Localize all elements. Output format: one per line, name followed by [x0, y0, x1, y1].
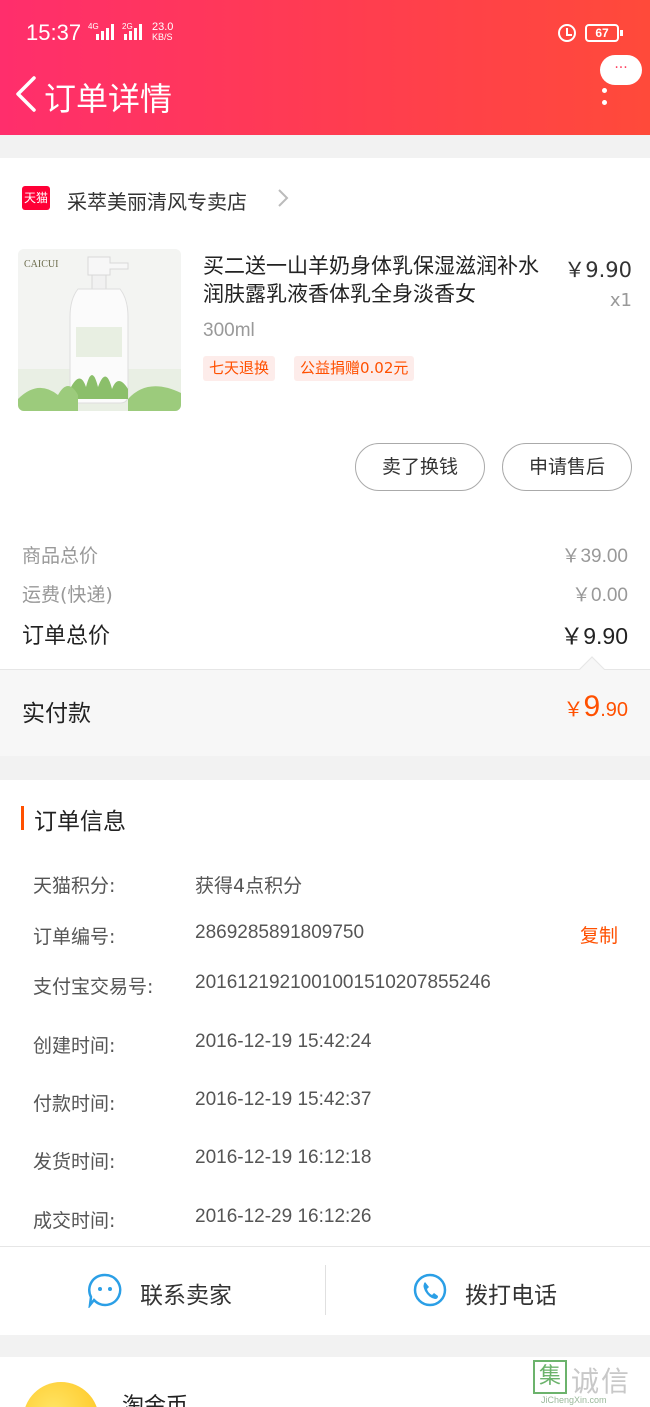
product-price: ￥9.90: [564, 258, 632, 282]
copy-button[interactable]: 复制: [580, 921, 618, 948]
info-value-order-number: 2869285891809750: [195, 922, 365, 943]
contact-divider: [325, 1265, 326, 1315]
order-info-title: 订单信息: [34, 809, 126, 835]
watermark: 集 诚信 JiChengXin.com: [533, 1360, 650, 1407]
after-sale-button[interactable]: 申请售后: [502, 443, 632, 491]
paid-decimal: .90: [600, 699, 628, 721]
info-value-paid: 2016-12-19 15:42:37: [195, 1089, 372, 1110]
shipping-value: ￥0.00: [572, 585, 628, 606]
goods-total-label: 商品总价: [22, 545, 99, 567]
signal-icon: [96, 24, 114, 40]
page-title: 订单详情: [44, 80, 173, 118]
signal-icon-2: [124, 24, 142, 40]
order-total-value: ￥9.90: [560, 623, 628, 649]
phone-icon[interactable]: [412, 1272, 448, 1308]
shop-name[interactable]: 采萃美丽清风专卖店: [67, 186, 247, 215]
speed-unit: KB/S: [152, 32, 173, 42]
info-label-completed: 成交时间:: [33, 1210, 116, 1232]
header-bar: 15:37 4G 2G 23.0 KB/S 67 订单详情 ···: [0, 0, 650, 135]
paid-label: 实付款: [22, 701, 91, 727]
paid-integer: 9: [583, 690, 601, 723]
return-policy-tag: 七天退换: [203, 356, 276, 381]
sell-button[interactable]: 卖了换钱: [355, 443, 485, 491]
info-value-completed: 2016-12-29 16:12:26: [195, 1206, 372, 1227]
more-menu-button[interactable]: ···: [600, 55, 642, 85]
network-speed: 23.0 KB/S: [152, 21, 174, 43]
info-value-created: 2016-12-19 15:42:24: [195, 1031, 372, 1052]
paid-value: ￥9.90: [528, 690, 629, 724]
section-accent-bar: [21, 806, 24, 830]
info-label-order-number: 订单编号:: [33, 926, 116, 948]
info-label-alipay: 支付宝交易号:: [33, 976, 154, 998]
goods-total-value: ￥39.00: [561, 546, 628, 567]
info-value-points: 获得4点积分: [195, 875, 303, 897]
watermark-sub: JiChengXin.com: [541, 1395, 607, 1405]
status-bar: 15:37 4G 2G 23.0 KB/S 67: [0, 0, 650, 66]
call-phone-label[interactable]: 拨打电话: [465, 1276, 557, 1310]
chat-smile-icon[interactable]: [87, 1272, 123, 1308]
chevron-right-icon[interactable]: [276, 188, 290, 208]
more-dots-icon[interactable]: [602, 88, 608, 108]
lotion-bottle-icon: [18, 249, 181, 411]
charity-tag: 公益捐赠0.02元: [294, 356, 415, 381]
alarm-icon: [558, 24, 576, 42]
info-label-shipped: 发货时间:: [33, 1151, 116, 1173]
info-label-points: 天猫积分:: [33, 875, 116, 897]
tmall-logo-icon: 天猫: [22, 186, 50, 210]
coin-title[interactable]: 淘金币: [122, 1388, 188, 1407]
paid-currency: ￥: [563, 699, 584, 721]
watermark-text: 诚信: [571, 1365, 632, 1398]
shipping-label: 运费(快递): [22, 584, 113, 606]
speed-value: 23.0: [152, 21, 174, 33]
product-image[interactable]: CAICUI: [18, 249, 181, 411]
info-value-shipped: 2016-12-19 16:12:18: [195, 1147, 372, 1168]
back-arrow-icon[interactable]: [14, 74, 44, 114]
contact-seller-label[interactable]: 联系卖家: [140, 1276, 232, 1310]
product-quantity: x1: [609, 290, 632, 311]
product-title[interactable]: 买二送一山羊奶身体乳保湿滋润补水润肤露乳液香体乳全身淡香女: [203, 252, 548, 308]
status-time: 15:37: [26, 20, 82, 45]
info-label-created: 创建时间:: [33, 1035, 116, 1057]
product-sku: 300ml: [203, 320, 255, 341]
watermark-logo: 集: [533, 1360, 567, 1394]
info-label-paid: 付款时间:: [33, 1093, 116, 1115]
order-total-label: 订单总价: [22, 624, 111, 649]
brand-label: CAICUI: [24, 259, 59, 270]
info-value-alipay: 2016121921001001510207855246: [195, 972, 491, 993]
battery-icon: 67: [585, 24, 623, 42]
